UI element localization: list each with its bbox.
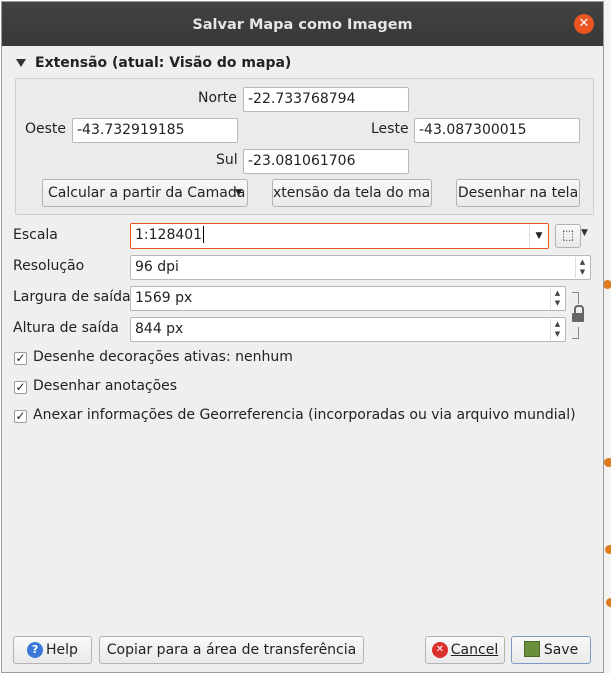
lock-icon[interactable]	[572, 305, 586, 325]
help-icon: ?	[27, 642, 44, 658]
triangle-down-icon[interactable]	[16, 59, 26, 67]
map-canvas-extent-label: xtensão da tela do map	[273, 185, 432, 201]
north-label: Norte	[198, 90, 237, 106]
draw-on-canvas-label: Desenhar na tela	[457, 185, 579, 201]
copy-to-clipboard-label: Copiar para a área de transferência	[106, 642, 357, 658]
decorations-label: Desenhe decorações ativas: nenhum	[33, 349, 293, 365]
west-label: Oeste	[25, 121, 67, 137]
spin-arrows-icon[interactable]: ▲ ▼	[550, 288, 564, 309]
save-map-image-dialog: Salvar Mapa como Imagem ✕ Extensão (atua…	[1, 1, 604, 673]
chevron-down-icon[interactable]: ▼	[581, 228, 588, 238]
ratio-bracket-top	[572, 292, 579, 304]
decorations-checkbox[interactable]: ✓	[14, 352, 27, 365]
east-label: Leste	[371, 121, 409, 137]
cancel-label: Cancel	[450, 642, 499, 658]
calculate-from-layer-label: Calcular a partir da Camada	[48, 185, 246, 201]
spin-arrows-icon[interactable]: ▲ ▼	[575, 257, 589, 278]
title-bar: Salvar Mapa como Imagem ✕	[2, 2, 603, 46]
east-input[interactable]: -43.087300015	[414, 118, 580, 143]
map-point	[605, 545, 611, 554]
text-caret	[203, 225, 205, 243]
cancel-button[interactable]: ✕ Cancel	[425, 636, 505, 664]
output-width-value: 1569 px	[135, 290, 193, 306]
extent-group-title[interactable]: Extensão (atual: Visão do mapa)	[35, 55, 291, 71]
scale-label: Escala	[13, 227, 58, 243]
output-width-label: Largura de saída	[13, 289, 131, 305]
south-input[interactable]: -23.081061706	[243, 149, 409, 174]
map-point	[604, 458, 611, 467]
map-canvas-extent-button[interactable]: xtensão da tela do map	[272, 179, 432, 207]
map-point	[606, 598, 611, 607]
annotations-checkbox[interactable]: ✓	[14, 381, 27, 394]
output-height-spinbox[interactable]: 844 px ▲ ▼	[130, 317, 566, 342]
north-input[interactable]: -22.733768794	[243, 87, 409, 112]
background-map-strip	[603, 0, 611, 673]
ratio-bracket-bottom	[572, 327, 579, 339]
select-cursor-icon: ⬚	[561, 228, 575, 243]
calculate-from-layer-button[interactable]: Calcular a partir da Camada ▼	[42, 179, 248, 207]
window-title: Salvar Mapa como Imagem	[192, 17, 413, 33]
resolution-spinbox[interactable]: 96 dpi ▲ ▼	[130, 255, 591, 280]
annotations-label: Desenhar anotações	[33, 378, 178, 394]
scale-combobox[interactable]: 1:128401 ▼	[130, 223, 549, 249]
georeference-label: Anexar informações de Georreferencia (in…	[33, 407, 576, 423]
chevron-down-icon: ▼	[235, 188, 242, 198]
draw-on-canvas-button[interactable]: Desenhar na tela	[456, 179, 580, 207]
help-button[interactable]: ? Help	[13, 636, 92, 664]
help-label: Help	[46, 642, 78, 658]
save-button[interactable]: Save	[511, 636, 591, 664]
map-point	[603, 280, 611, 289]
close-icon: ✕	[578, 16, 590, 31]
cancel-icon: ✕	[431, 642, 448, 658]
scale-value: 1:128401	[135, 227, 203, 243]
output-width-spinbox[interactable]: 1569 px ▲ ▼	[130, 286, 566, 311]
save-label: Save	[543, 642, 579, 658]
resolution-label: Resolução	[13, 258, 85, 274]
resolution-value: 96 dpi	[135, 259, 179, 275]
save-icon	[523, 641, 540, 657]
copy-to-clipboard-button[interactable]: Copiar para a área de transferência	[99, 636, 364, 664]
output-height-value: 844 px	[135, 321, 184, 337]
output-height-label: Altura de saída	[13, 320, 119, 336]
south-label: Sul	[216, 152, 238, 168]
close-button[interactable]: ✕	[574, 14, 594, 34]
west-input[interactable]: -43.732919185	[72, 118, 238, 143]
spin-arrows-icon[interactable]: ▲ ▼	[550, 319, 564, 340]
chevron-down-icon[interactable]: ▼	[529, 224, 548, 248]
select-scale-button[interactable]: ⬚	[555, 224, 581, 248]
georeference-checkbox[interactable]: ✓	[14, 410, 27, 423]
